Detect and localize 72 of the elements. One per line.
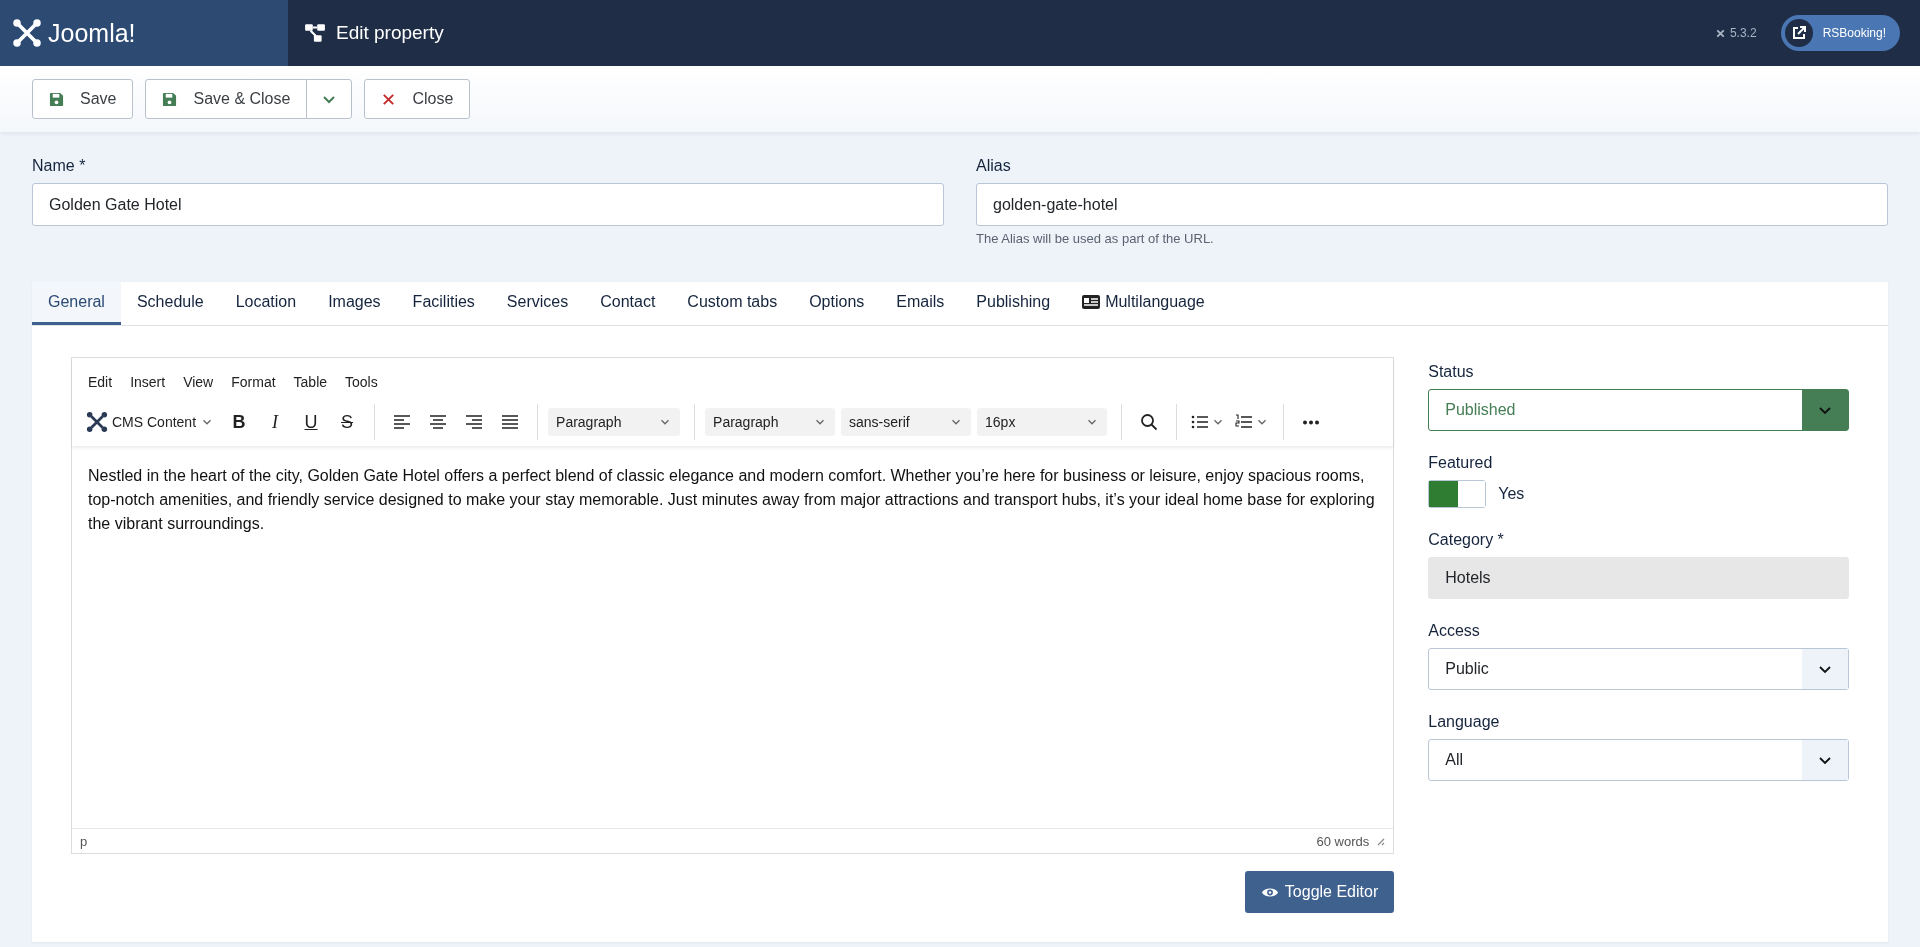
field-label: Status xyxy=(1428,363,1475,381)
format-select[interactable]: 16px xyxy=(977,408,1108,436)
tab[interactable]: Publishing xyxy=(960,282,1067,325)
resize-handle-icon[interactable] xyxy=(1375,836,1386,846)
field-label: Alias xyxy=(976,157,1012,175)
id-card-icon xyxy=(1082,295,1101,309)
version-text: 5.3.2 xyxy=(1729,26,1757,40)
field-label: Access xyxy=(1428,622,1481,640)
toggle-switch[interactable] xyxy=(1428,480,1487,508)
tab[interactable]: Options xyxy=(793,282,881,325)
bullet-list-icon xyxy=(1191,413,1210,431)
tab[interactable]: Services xyxy=(490,282,585,325)
tab[interactable]: Schedule xyxy=(120,282,220,325)
search-icon xyxy=(1140,413,1159,431)
toolbar-button[interactable]: Save & Close xyxy=(145,79,308,119)
format-button[interactable]: I xyxy=(258,406,293,438)
toggle-label: Yes xyxy=(1498,485,1525,503)
tab[interactable]: Multilanguage xyxy=(1066,282,1221,325)
menu-item[interactable]: Table xyxy=(285,370,336,390)
site-link[interactable]: RSBooking! xyxy=(1780,15,1900,51)
tab[interactable]: Custom tabs xyxy=(671,282,794,325)
close-icon xyxy=(381,91,397,107)
format-button[interactable]: U xyxy=(294,406,329,438)
toolbar-button[interactable]: Close xyxy=(364,79,471,119)
alias-field[interactable]: golden-gate-hotel xyxy=(976,183,1888,226)
joomla-logo-icon xyxy=(1714,27,1726,39)
external-link-icon xyxy=(1790,25,1807,41)
format-button[interactable]: B xyxy=(222,406,257,438)
field-label: Category * xyxy=(1428,531,1505,549)
tab[interactable]: Images xyxy=(312,282,397,325)
menu-item[interactable]: Format xyxy=(223,370,284,390)
category-field[interactable]: Hotels xyxy=(1428,557,1849,599)
align-right-icon xyxy=(465,413,484,431)
cms-content-button[interactable]: CMS Content xyxy=(80,406,221,438)
dropdown-toggle[interactable] xyxy=(306,79,353,119)
joomla-logo-icon xyxy=(86,411,108,433)
format-select[interactable]: Paragraph xyxy=(705,408,836,436)
menu-item[interactable]: Insert xyxy=(122,370,174,390)
block-format-select[interactable]: Paragraph xyxy=(548,408,681,436)
tab[interactable]: Contact xyxy=(584,282,672,325)
align-left-icon xyxy=(393,413,412,431)
page-title: Edit property xyxy=(336,22,444,44)
dropdown-select[interactable]: Public xyxy=(1428,648,1849,690)
network-icon xyxy=(304,22,326,44)
numbered-list-icon xyxy=(1235,413,1254,431)
menu-item[interactable]: View xyxy=(175,370,222,390)
field-label: Language xyxy=(1428,713,1501,731)
more-icon xyxy=(1302,419,1321,425)
joomla-logo-icon xyxy=(12,18,42,48)
tab[interactable]: Emails xyxy=(880,282,961,325)
toolbar-button[interactable]: Save xyxy=(32,79,134,119)
field-label: Name * xyxy=(32,157,87,175)
dropdown-select[interactable]: All xyxy=(1428,739,1849,781)
field-hint: The Alias will be used as part of the URL. xyxy=(976,231,1215,246)
tab[interactable]: General xyxy=(32,282,121,325)
status-select[interactable]: Published xyxy=(1428,389,1849,431)
brand-name: Joomla! xyxy=(48,18,136,48)
align-justify-icon xyxy=(501,413,520,431)
format-button[interactable]: S xyxy=(330,406,365,438)
menu-item[interactable]: Edit xyxy=(80,370,121,390)
toggle-editor-button[interactable]: Toggle Editor xyxy=(1244,871,1395,913)
field-label: Featured xyxy=(1428,454,1494,472)
align-center-icon xyxy=(429,413,448,431)
menu-item[interactable]: Tools xyxy=(337,370,386,390)
editor-text: Nestled in the heart of the city, Golden Gate Hotel offers a perfect blend of classic elegance and modern comfort. Whether you’re here for business or leisure, enjoy spacious rooms, top-notch amenities, and friendly service designed to make your stay memorable. Just minutes away from major attractions and transport hubs, it’s your ideal home base for exploring the vibrant surroundings. xyxy=(88,466,1376,534)
format-select[interactable]: sans-serif xyxy=(841,408,972,436)
name-field[interactable]: Golden Gate Hotel xyxy=(32,183,944,226)
word-count: 60 words xyxy=(1316,833,1370,849)
eye-icon xyxy=(1260,885,1279,899)
tab[interactable]: Facilities xyxy=(396,282,491,325)
tab[interactable]: Location xyxy=(219,282,313,325)
element-path: p xyxy=(80,833,88,849)
